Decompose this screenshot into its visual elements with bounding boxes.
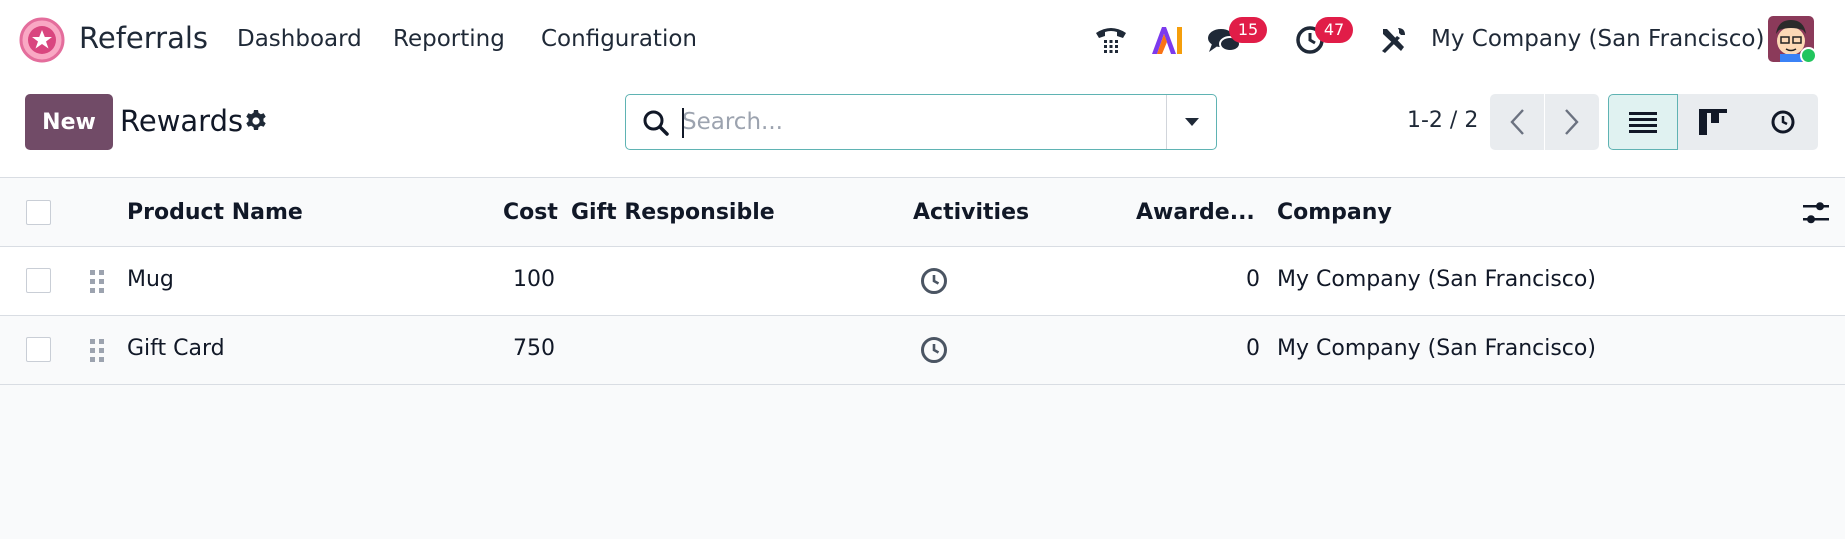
cost-cell: 100 [513, 267, 555, 292]
drag-handle-icon[interactable] [89, 269, 105, 295]
awarded-cell: 0 [1246, 267, 1260, 292]
gear-icon[interactable] [244, 109, 268, 133]
column-product-name[interactable]: Product Name [127, 200, 303, 225]
list-view-icon [1629, 112, 1657, 133]
pager-previous-button[interactable] [1490, 94, 1544, 150]
activities-badge: 47 [1315, 17, 1353, 43]
product-name-cell: Gift Card [127, 336, 225, 361]
pager-next-button[interactable] [1545, 94, 1599, 150]
kanban-view-icon [1699, 109, 1727, 135]
text-cursor [682, 108, 684, 138]
kanban-view-button[interactable] [1678, 94, 1748, 150]
table-header: Product Name Cost Gift Responsible Activ… [0, 179, 1845, 247]
column-cost[interactable]: Cost [503, 200, 558, 225]
clock-view-icon [1771, 110, 1795, 134]
ai-icon[interactable] [1150, 25, 1184, 55]
menu-dashboard[interactable]: Dashboard [237, 26, 362, 52]
product-name-cell: Mug [127, 267, 174, 292]
menu-reporting[interactable]: Reporting [393, 26, 505, 52]
select-all-checkbox[interactable] [26, 200, 51, 225]
messages-badge: 15 [1229, 17, 1267, 43]
search-options-toggle[interactable] [1166, 95, 1216, 149]
activity-clock-icon[interactable] [920, 336, 948, 364]
list-view-button[interactable] [1608, 94, 1678, 150]
search-input[interactable] [682, 105, 1182, 139]
top-navbar: Referrals Dashboard Reporting Configurat… [0, 0, 1845, 80]
column-activities[interactable]: Activities [913, 200, 1029, 225]
page-title: Rewards [120, 104, 244, 138]
phone-icon[interactable] [1094, 24, 1128, 56]
column-awarded[interactable]: Awarde... [1136, 200, 1255, 225]
referrals-app-icon[interactable] [19, 17, 65, 63]
row-checkbox[interactable] [26, 268, 51, 293]
cost-cell: 750 [513, 336, 555, 361]
chevron-right-icon [1565, 109, 1579, 135]
row-checkbox[interactable] [26, 337, 51, 362]
activity-view-button[interactable] [1748, 94, 1818, 150]
search-icon[interactable] [642, 109, 670, 137]
app-name[interactable]: Referrals [79, 21, 208, 55]
new-button[interactable]: New [25, 94, 113, 150]
company-cell: My Company (San Francisco) [1277, 336, 1596, 361]
rewards-list: Product Name Cost Gift Responsible Activ… [0, 179, 1845, 385]
tools-icon[interactable] [1378, 25, 1408, 55]
caret-down-icon [1184, 118, 1199, 126]
chevron-left-icon [1510, 109, 1524, 135]
online-status-indicator [1800, 47, 1817, 64]
awarded-cell: 0 [1246, 336, 1260, 361]
search-bar [625, 94, 1217, 150]
optional-columns-icon[interactable] [1803, 201, 1829, 225]
table-row[interactable]: Gift Card 750 0 My Company (San Francisc… [0, 316, 1845, 385]
menu-configuration[interactable]: Configuration [541, 26, 697, 52]
control-panel: New Rewards 1-2 / 2 [0, 80, 1845, 178]
company-cell: My Company (San Francisco) [1277, 267, 1596, 292]
activity-clock-icon[interactable] [920, 267, 948, 295]
column-company[interactable]: Company [1277, 200, 1392, 225]
company-switcher[interactable]: My Company (San Francisco) [1431, 26, 1764, 52]
drag-handle-icon[interactable] [89, 338, 105, 364]
pager-value[interactable]: 1-2 / 2 [1407, 108, 1478, 133]
table-row[interactable]: Mug 100 0 My Company (San Francisco) [0, 247, 1845, 316]
column-gift-responsible[interactable]: Gift Responsible [571, 200, 775, 225]
